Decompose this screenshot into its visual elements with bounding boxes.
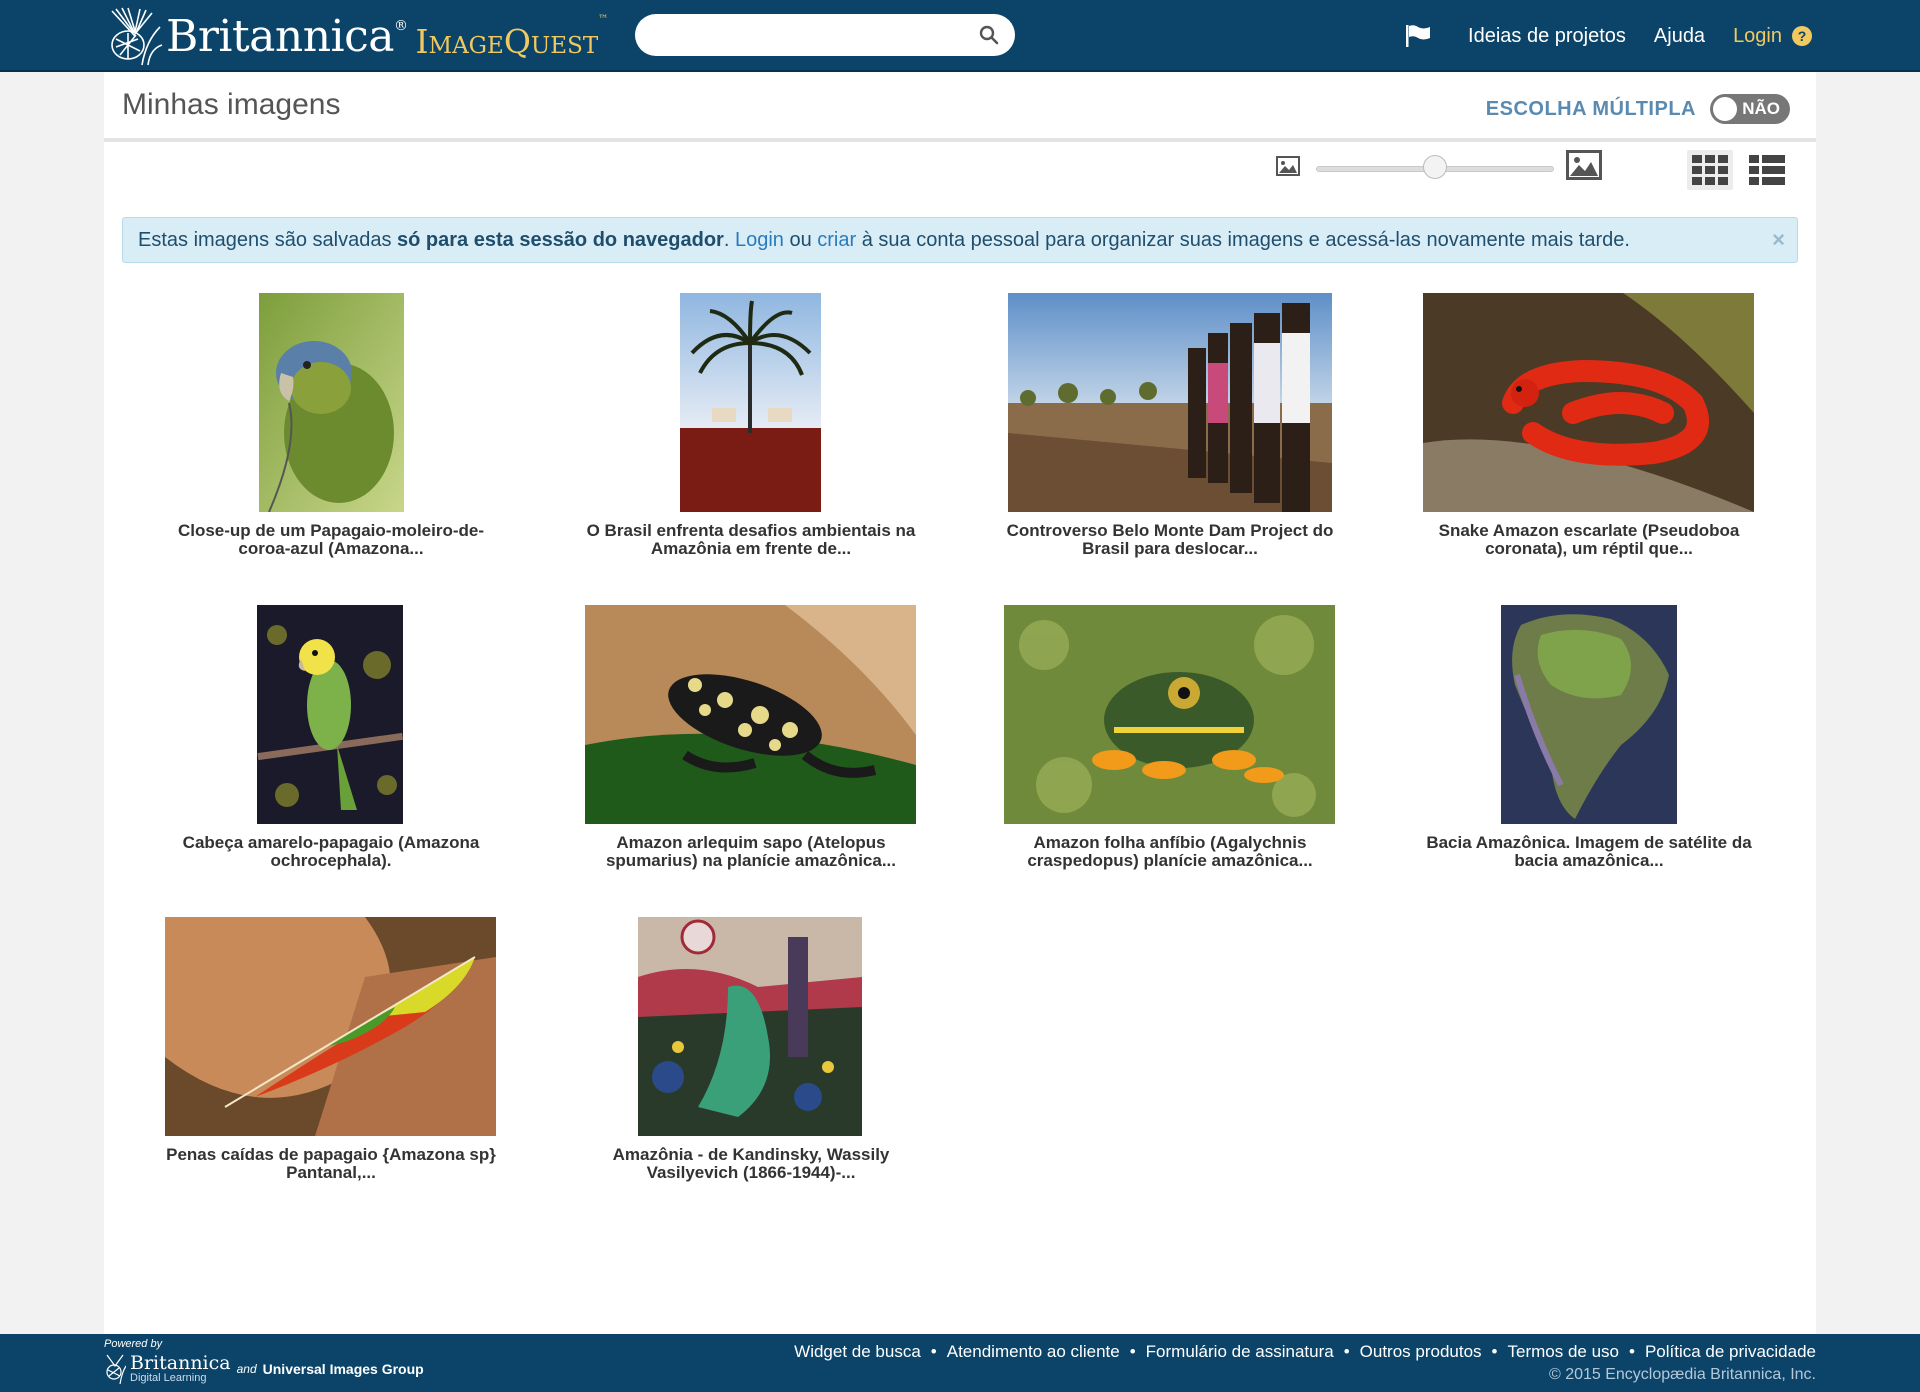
britannica-imagequest-logo[interactable]: Britannica® ImageQuest™ bbox=[104, 4, 608, 70]
image-thumb-palm[interactable] bbox=[680, 293, 821, 512]
parrot-image-icon bbox=[259, 293, 404, 512]
multi-select-control: ESCOLHA MÚLTIPLA NÃO bbox=[1486, 94, 1790, 124]
image-caption[interactable]: Close-up de um Papagaio-moleiro-de-coroa… bbox=[121, 522, 541, 558]
help-link[interactable]: Ajuda bbox=[1654, 25, 1705, 48]
search-icon[interactable] bbox=[979, 25, 999, 45]
image-thumb-parrot[interactable] bbox=[259, 293, 404, 512]
footer-link-customer-service[interactable]: Atendimento ao cliente bbox=[947, 1342, 1120, 1362]
powered-by-block[interactable]: Powered by Britannica Digital Learning a… bbox=[104, 1338, 424, 1386]
header-nav: Ideias de projetos Ajuda Login ? bbox=[1404, 0, 1812, 72]
image-thumb-satellite-map[interactable] bbox=[1501, 605, 1677, 824]
palm-cattle-image-icon bbox=[680, 293, 821, 512]
title-bar: Minhas imagens ESCOLHA MÚLTIPLA NÃO bbox=[104, 72, 1816, 142]
footer-link-terms[interactable]: Termos de uso bbox=[1508, 1342, 1620, 1362]
session-notice: Estas imagens são salvadas só para esta … bbox=[122, 217, 1798, 263]
login-link[interactable]: Login bbox=[1733, 25, 1782, 48]
notice-create-link[interactable]: criar bbox=[817, 229, 856, 251]
footer: Powered by Britannica Digital Learning a… bbox=[0, 1334, 1920, 1392]
search-box bbox=[635, 14, 1015, 56]
flag-icon[interactable] bbox=[1404, 24, 1432, 48]
brand-name: Britannica® bbox=[166, 11, 408, 62]
yellow-parrot-image-icon bbox=[257, 605, 403, 824]
footer-links: Widget de busca • Atendimento ao cliente… bbox=[794, 1342, 1816, 1362]
page-title: Minhas imagens bbox=[122, 88, 341, 121]
image-thumb-feather[interactable] bbox=[165, 917, 496, 1136]
top-header: Britannica® ImageQuest™ Ideias de projet… bbox=[0, 0, 1920, 72]
help-question-icon[interactable]: ? bbox=[1792, 26, 1812, 46]
feather-image-icon bbox=[165, 917, 496, 1136]
slider-handle[interactable] bbox=[1423, 155, 1447, 179]
main-panel: Minhas imagens ESCOLHA MÚLTIPLA NÃO Esta… bbox=[104, 72, 1816, 1334]
image-caption[interactable]: Amazon folha anfíbio (Agalychnis craspedo… bbox=[960, 834, 1380, 870]
painting-image-icon bbox=[638, 917, 862, 1136]
notice-login-link[interactable]: Login bbox=[735, 229, 784, 251]
list-view-icon bbox=[1749, 155, 1785, 185]
project-ideas-link[interactable]: Ideias de projetos bbox=[1468, 25, 1626, 48]
footer-link-search-widget[interactable]: Widget de busca bbox=[794, 1342, 921, 1362]
image-caption[interactable]: Bacia Amazônica. Imagem de satélite da ba… bbox=[1379, 834, 1799, 870]
image-caption[interactable]: Snake Amazon escarlate (Pseudoboa coronat… bbox=[1379, 522, 1799, 558]
footer-link-privacy[interactable]: Política de privacidade bbox=[1645, 1342, 1816, 1362]
product-name: ImageQuest™ bbox=[415, 13, 609, 61]
image-caption[interactable]: Amazon arlequim sapo (Atelopus spumarius)… bbox=[541, 834, 961, 870]
image-thumb-leaf-frog[interactable] bbox=[1004, 605, 1335, 824]
image-caption[interactable]: Cabeça amarelo-papagaio (Amazona ochrocep… bbox=[121, 834, 541, 870]
image-thumb-yellow-parrot[interactable] bbox=[257, 605, 403, 824]
grid-view-button[interactable] bbox=[1687, 150, 1733, 190]
image-thumb-snake[interactable] bbox=[1423, 293, 1754, 512]
satellite-map-image-icon bbox=[1501, 605, 1677, 824]
crowd-image-icon bbox=[1008, 293, 1332, 512]
grid-view-icon bbox=[1692, 155, 1728, 185]
thistle-logo-icon bbox=[111, 7, 163, 66]
search-input[interactable] bbox=[635, 14, 955, 56]
image-thumb-harlequin-frog[interactable] bbox=[585, 605, 916, 824]
image-caption[interactable]: Penas caídas de papagaio {Amazona sp} Pan… bbox=[121, 1146, 541, 1182]
footer-link-other-products[interactable]: Outros produtos bbox=[1360, 1342, 1482, 1362]
leaf-frog-image-icon bbox=[1004, 605, 1335, 824]
close-icon[interactable]: × bbox=[1772, 218, 1785, 262]
list-view-button[interactable] bbox=[1744, 150, 1790, 190]
harlequin-frog-image-icon bbox=[585, 605, 916, 824]
notice-emphasis: só para esta sessão do navegador bbox=[397, 229, 724, 251]
image-caption[interactable]: O Brasil enfrenta desafios ambientais na… bbox=[541, 522, 961, 558]
thistle-logo-icon bbox=[106, 1354, 126, 1385]
footer-link-subscription-form[interactable]: Formulário de assinatura bbox=[1146, 1342, 1334, 1362]
image-caption[interactable]: Amazônia - de Kandinsky, Wassily Vasilyev… bbox=[541, 1146, 961, 1182]
image-thumb-painting[interactable] bbox=[638, 917, 862, 1136]
image-caption[interactable]: Controverso Belo Monte Dam Project do Bra… bbox=[960, 522, 1380, 558]
small-image-icon[interactable] bbox=[1276, 156, 1300, 176]
snake-image-icon bbox=[1423, 293, 1754, 512]
multi-select-label: ESCOLHA MÚLTIPLA bbox=[1485, 97, 1696, 120]
toggle-knob bbox=[1713, 97, 1737, 121]
multi-select-toggle[interactable]: NÃO bbox=[1710, 94, 1790, 124]
toggle-state: NÃO bbox=[1742, 99, 1780, 118]
copyright: © 2015 Encyclopædia Britannica, Inc. bbox=[1548, 1366, 1816, 1383]
large-image-icon[interactable] bbox=[1566, 150, 1602, 180]
image-thumb-crowd[interactable] bbox=[1008, 293, 1332, 512]
